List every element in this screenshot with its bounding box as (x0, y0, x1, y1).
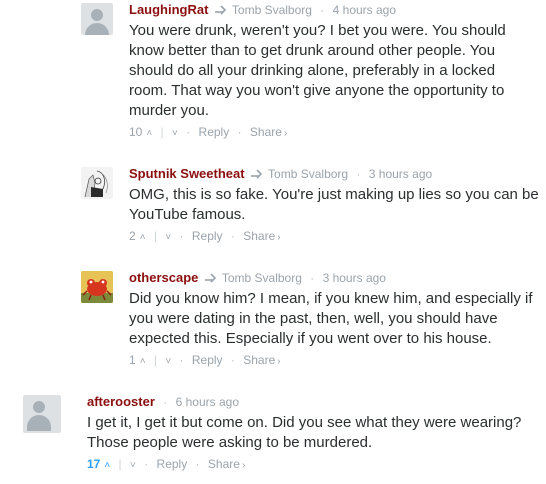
footer-separator: · (186, 125, 191, 139)
chevron-down-icon[interactable]: ˅ (130, 460, 136, 471)
comment-time[interactable]: 3 hours ago (369, 167, 432, 181)
comment-text: I get it, I get it but come on. Did you … (87, 414, 522, 451)
chevron-down-icon[interactable]: ˅ (165, 232, 171, 243)
reply-button[interactable]: Reply (157, 457, 188, 471)
chevron-up-icon[interactable]: ˄ (140, 354, 146, 370)
footer-separator: · (230, 353, 235, 367)
reply-to-name[interactable]: Tomb Svalborg (222, 271, 302, 285)
comment-time[interactable]: 3 hours ago (323, 271, 386, 285)
chevron-right-icon: › (241, 460, 246, 471)
author-name[interactable]: Sputnik Sweetheat (129, 166, 245, 181)
comment-body: afterooster · 6 hours ago I get it, I ge… (87, 394, 523, 474)
comment-footer: 2 ˄ | ˅ · Reply · Share › (129, 228, 541, 246)
avatar[interactable] (23, 395, 61, 433)
comment-footer: 10 ˄ | ˅ · Reply · Share › (129, 124, 531, 142)
comment-body: LaughingRat Tomb Svalborg · 4 hours ago … (129, 2, 531, 142)
meta-separator: · (356, 167, 361, 181)
meta-separator: · (320, 3, 325, 17)
chevron-right-icon: › (277, 232, 281, 243)
comment: Sputnik Sweetheat Tomb Svalborg · 3 hour… (81, 166, 541, 246)
avatar[interactable] (81, 3, 113, 35)
chevron-up-icon[interactable]: ˄ (146, 126, 152, 142)
vote-count: 17 (87, 457, 101, 471)
comment-meta: LaughingRat Tomb Svalborg · 4 hours ago (129, 2, 531, 18)
share-button[interactable]: Share (208, 457, 240, 471)
reply-button[interactable]: Reply (192, 353, 223, 367)
footer-separator: · (144, 457, 149, 471)
reply-to-name[interactable]: Tomb Svalborg (268, 167, 348, 181)
vote-count: 1 (129, 353, 136, 367)
chevron-down-icon[interactable]: ˅ (172, 128, 178, 139)
chevron-up-icon[interactable]: ˄ (140, 230, 146, 246)
comment-text: OMG, this is so fake. You're just making… (129, 186, 539, 223)
sketch-avatar-icon (81, 167, 113, 199)
meta-separator: · (163, 395, 168, 409)
vote-separator: | (153, 353, 157, 367)
vote-separator: | (118, 457, 122, 471)
vote-count: 2 (129, 229, 136, 243)
comment-body: Sputnik Sweetheat Tomb Svalborg · 3 hour… (129, 166, 541, 246)
comment-body: otherscape Tomb Svalborg · 3 hours ago D… (129, 270, 541, 370)
avatar[interactable] (81, 167, 113, 199)
footer-separator: · (230, 229, 235, 243)
chevron-up-icon[interactable]: ˄ (104, 458, 110, 474)
author-name[interactable]: otherscape (129, 270, 198, 285)
comment-time[interactable]: 6 hours ago (176, 395, 239, 409)
reply-arrow-icon (204, 273, 216, 283)
avatar[interactable] (81, 271, 113, 303)
reply-to-name[interactable]: Tomb Svalborg (232, 3, 312, 17)
reply-button[interactable]: Reply (199, 125, 230, 139)
footer-separator: · (179, 229, 184, 243)
vote-separator: | (160, 125, 164, 139)
comment: otherscape Tomb Svalborg · 3 hours ago D… (81, 270, 541, 370)
meta-separator: · (310, 271, 315, 285)
chevron-right-icon: › (283, 128, 288, 139)
author-name[interactable]: LaughingRat (129, 2, 208, 17)
footer-separator: · (195, 457, 200, 471)
author-name[interactable]: afterooster (87, 394, 155, 409)
footer-separator: · (179, 353, 184, 367)
chevron-right-icon: › (277, 356, 281, 367)
share-button[interactable]: Share (243, 229, 275, 243)
chevron-down-icon[interactable]: ˅ (165, 356, 171, 367)
comment-text: Did you know him? I mean, if you knew hi… (129, 290, 533, 347)
footer-separator: · (237, 125, 242, 139)
comment-text: You were drunk, weren't you? I bet you w… (129, 22, 506, 119)
cartoon-avatar-icon (81, 271, 113, 303)
comment-footer: 17 ˄ | ˅ · Reply · Share › (87, 456, 523, 474)
comment-footer: 1 ˄ | ˅ · Reply · Share › (129, 352, 541, 370)
reply-arrow-icon (214, 5, 226, 15)
reply-arrow-icon (250, 169, 263, 179)
comment-meta: afterooster · 6 hours ago (87, 394, 523, 410)
comment-meta: Sputnik Sweetheat Tomb Svalborg · 3 hour… (129, 166, 541, 182)
share-button[interactable]: Share (250, 125, 282, 139)
comment-meta: otherscape Tomb Svalborg · 3 hours ago (129, 270, 541, 286)
vote-count: 10 (129, 125, 143, 139)
comment: LaughingRat Tomb Svalborg · 4 hours ago … (81, 2, 531, 142)
comment-time[interactable]: 4 hours ago (333, 3, 396, 17)
vote-separator: | (153, 229, 157, 243)
share-button[interactable]: Share (243, 353, 275, 367)
reply-button[interactable]: Reply (192, 229, 223, 243)
comment: afterooster · 6 hours ago I get it, I ge… (23, 394, 523, 474)
